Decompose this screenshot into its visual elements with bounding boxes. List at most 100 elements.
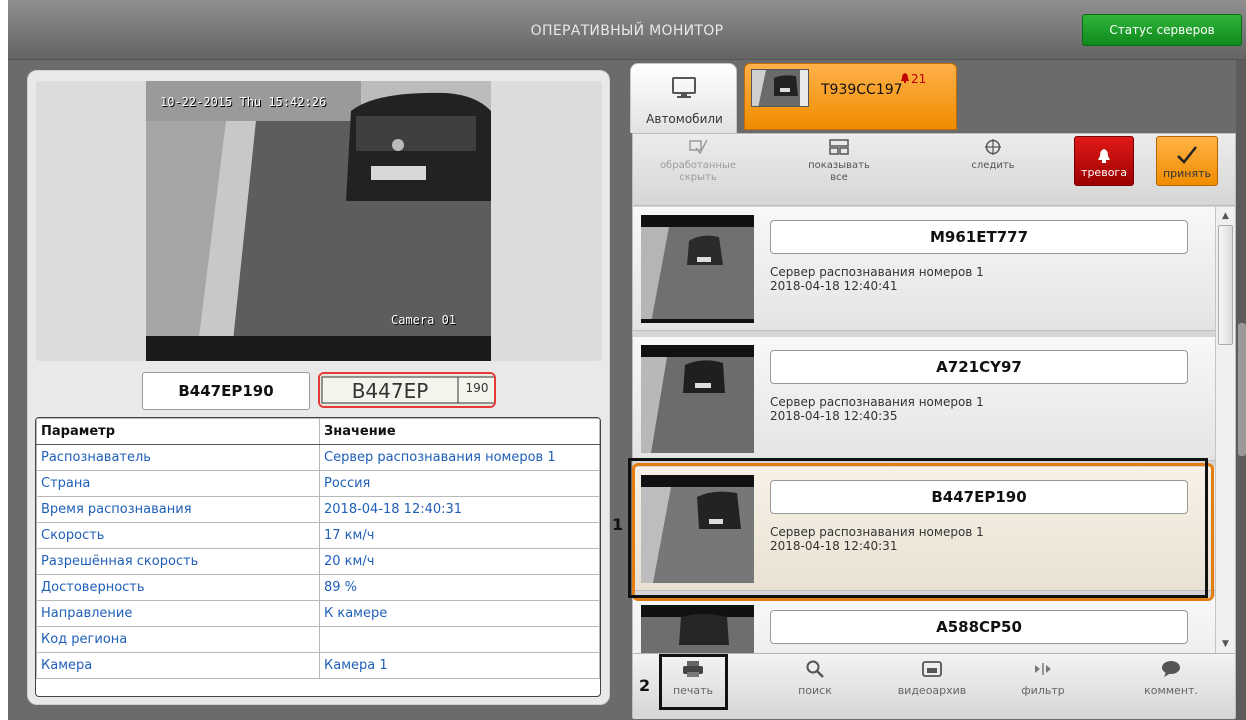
search-button[interactable]: поиск bbox=[775, 660, 855, 697]
param-value: Россия bbox=[319, 470, 600, 497]
param-value: 2018-04-18 12:40:31 bbox=[319, 496, 600, 523]
snapshot-camera-label: Camera 01 bbox=[391, 313, 457, 327]
alarm-vehicle-thumbnail bbox=[751, 69, 809, 107]
follow-button[interactable]: следить bbox=[953, 138, 1033, 172]
archive-label: видеоархив bbox=[897, 684, 967, 697]
param-name: Разрешённая скорость bbox=[36, 548, 320, 575]
accept-label: принять bbox=[1162, 167, 1212, 180]
column-header-parameter: Параметр bbox=[36, 418, 320, 445]
column-header-value: Значение bbox=[319, 418, 600, 445]
events-panel-body: обработанные скрыть показывать все следи… bbox=[632, 133, 1236, 719]
event-server: Сервер распознавания номеров 1 bbox=[770, 395, 984, 409]
layout-icon bbox=[829, 139, 849, 155]
plate-number-box: B447EP190 bbox=[142, 372, 310, 410]
search-label: поиск bbox=[798, 684, 832, 697]
recognition-details-card: Camera 01 10-22-2015 Thu 15:42:26 B447EP… bbox=[27, 70, 610, 705]
bottom-action-bar: печать поиск видеоархив фильтр коммент. bbox=[633, 653, 1235, 719]
parameters-table: Параметр Значение Распознаватель Сервер р… bbox=[35, 417, 601, 697]
show-all-button[interactable]: показывать все bbox=[799, 138, 879, 184]
list-item[interactable]: A588CP50 bbox=[633, 597, 1215, 653]
server-status-button[interactable]: Статус серверов bbox=[1082, 14, 1242, 46]
param-name: Распознаватель bbox=[36, 444, 320, 471]
window-scrollbar-thumb[interactable] bbox=[1238, 323, 1246, 456]
recognition-events-list[interactable]: M961ET777 Сервер распознавания номеров 1… bbox=[633, 207, 1235, 653]
printer-icon bbox=[683, 661, 703, 677]
video-archive-icon bbox=[922, 661, 942, 677]
param-name: Камера bbox=[36, 652, 320, 679]
print-label: печать bbox=[672, 684, 714, 697]
param-name: Достоверность bbox=[36, 574, 320, 601]
title-bar: ОПЕРАТИВНЫЙ МОНИТОР Статус серверов bbox=[8, 0, 1246, 60]
param-value: Сервер распознавания номеров 1 bbox=[319, 444, 600, 471]
alarm-count-badge: 21 bbox=[911, 72, 927, 86]
table-row: Направление К камере bbox=[36, 600, 600, 627]
vehicle-snapshot-image: Camera 01 bbox=[146, 81, 491, 361]
search-icon bbox=[806, 660, 824, 678]
list-item[interactable]: M961ET777 Сервер распознавания номеров 1… bbox=[633, 207, 1215, 331]
events-toolbar: обработанные скрыть показывать все следи… bbox=[633, 134, 1235, 206]
hide-processed-button[interactable]: обработанные скрыть bbox=[653, 138, 743, 184]
table-row: Время распознавания 2018-04-18 12:40:31 bbox=[36, 496, 600, 523]
checkbox-icon bbox=[689, 139, 708, 155]
comment-button[interactable]: коммент. bbox=[1131, 660, 1211, 697]
plate-crop-region: 190 bbox=[466, 381, 489, 395]
list-item-selected[interactable]: B447EP190 Сервер распознавания номеров 1… bbox=[633, 467, 1215, 591]
plate-crop-image: B447EP 190 bbox=[318, 372, 496, 408]
alarm-vehicle-plate: T939CC197 bbox=[821, 82, 903, 98]
param-value: 17 км/ч bbox=[319, 522, 600, 549]
event-plate: M961ET777 bbox=[770, 220, 1188, 254]
event-time: 2018-04-18 12:40:31 bbox=[770, 539, 898, 553]
show-all-label: показывать все bbox=[808, 160, 870, 183]
checkmark-icon bbox=[1177, 146, 1197, 164]
event-thumbnail bbox=[641, 605, 754, 653]
event-plate: A721CY97 bbox=[770, 350, 1188, 384]
param-name: Страна bbox=[36, 470, 320, 497]
filter-button[interactable]: фильтр bbox=[1003, 660, 1083, 697]
param-value: Камера 1 bbox=[319, 652, 600, 679]
snapshot-panel: Camera 01 10-22-2015 Thu 15:42:26 bbox=[36, 81, 602, 361]
param-name: Направление bbox=[36, 600, 320, 627]
filter-icon bbox=[1035, 663, 1051, 675]
comment-label: коммент. bbox=[1144, 684, 1198, 697]
comment-icon bbox=[1162, 661, 1180, 677]
hide-processed-label: обработанные скрыть bbox=[659, 160, 737, 183]
param-name: Скорость bbox=[36, 522, 320, 549]
event-thumbnail bbox=[641, 345, 754, 453]
events-scrollbar[interactable]: ▲ ▼ bbox=[1215, 207, 1235, 653]
tab-alarm-vehicle[interactable]: 21 T939CC197 bbox=[744, 63, 957, 130]
param-value: К камере bbox=[319, 600, 600, 627]
print-button[interactable]: печать bbox=[653, 660, 733, 697]
callout-number-2: 2 bbox=[639, 676, 651, 695]
event-time: 2018-04-18 12:40:35 bbox=[770, 409, 898, 423]
events-panel: Автомобили 21 T939CC197 обработанные скр… bbox=[628, 60, 1236, 719]
alarm-label: тревога bbox=[1081, 166, 1127, 179]
table-row: Разрешённая скорость 20 км/ч bbox=[36, 548, 600, 575]
table-row: Код региона bbox=[36, 626, 600, 653]
event-server: Сервер распознавания номеров 1 bbox=[770, 525, 984, 539]
callout-number-1: 1 bbox=[612, 515, 624, 534]
list-item[interactable]: A721CY97 Сервер распознавания номеров 1 … bbox=[633, 337, 1215, 461]
event-thumbnail bbox=[641, 215, 754, 323]
scroll-down-arrow-icon[interactable]: ▼ bbox=[1216, 635, 1235, 653]
video-archive-button[interactable]: видеоархив bbox=[887, 660, 977, 697]
param-value bbox=[319, 626, 600, 653]
accept-button[interactable]: принять bbox=[1156, 136, 1218, 186]
table-row: Распознаватель Сервер распознавания номер… bbox=[36, 444, 600, 471]
event-plate: B447EP190 bbox=[770, 480, 1188, 514]
scroll-thumb[interactable] bbox=[1218, 225, 1233, 345]
param-value: 89 % bbox=[319, 574, 600, 601]
table-row: Достоверность 89 % bbox=[36, 574, 600, 601]
tab-cars-label: Автомобили bbox=[646, 112, 723, 126]
plate-crop-text: B447EP bbox=[352, 379, 429, 403]
follow-label: следить bbox=[971, 160, 1015, 171]
tab-cars[interactable]: Автомобили bbox=[630, 63, 737, 133]
alarm-button[interactable]: тревога bbox=[1074, 136, 1134, 186]
bell-icon bbox=[1098, 149, 1110, 163]
scroll-up-arrow-icon[interactable]: ▲ bbox=[1216, 207, 1235, 225]
app-title: ОПЕРАТИВНЫЙ МОНИТОР bbox=[530, 23, 724, 39]
event-time: 2018-04-18 12:40:41 bbox=[770, 279, 898, 293]
snapshot-timestamp: 10-22-2015 Thu 15:42:26 bbox=[160, 95, 327, 109]
table-row: Камера Камера 1 bbox=[36, 652, 600, 679]
app-window: ОПЕРАТИВНЫЙ МОНИТОР Статус серверов Came… bbox=[0, 0, 1246, 720]
monitor-icon bbox=[672, 77, 696, 98]
